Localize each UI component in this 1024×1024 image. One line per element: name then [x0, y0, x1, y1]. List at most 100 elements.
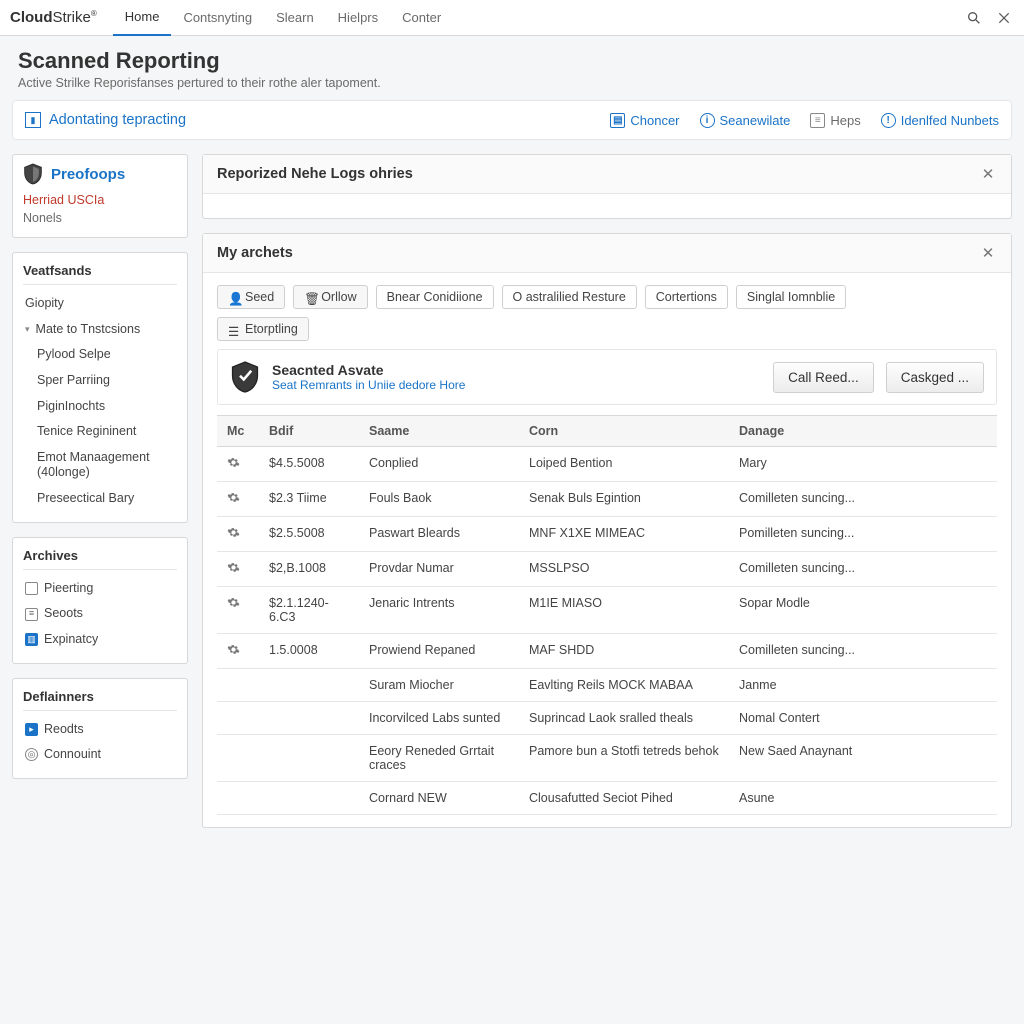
shield-icon — [230, 360, 260, 394]
sidebar-item[interactable]: Tenice Regininent — [23, 419, 177, 445]
row-gear-cell[interactable] — [217, 447, 259, 482]
table-row[interactable]: $2,B.1008Provdar NumarMSSLPSOComilleten … — [217, 552, 997, 587]
sidebar-item[interactable]: ▸Reodts — [23, 717, 177, 743]
row-gear-cell[interactable] — [217, 782, 259, 815]
row-gear-cell[interactable] — [217, 552, 259, 587]
sidebar-group-head: Veatfsands — [23, 261, 177, 285]
doc-icon: ≡ — [25, 608, 38, 621]
row-corn: Clousafutted Seciot Pihed — [519, 782, 729, 815]
table-row[interactable]: $2.5.5008Paswart BleardsMNF X1XE MIMEACP… — [217, 517, 997, 552]
row-saame: Paswart Bleards — [359, 517, 519, 552]
topnav-tab-home[interactable]: Home — [113, 0, 172, 36]
table-row[interactable]: Suram MiocherEavlting Reils MOCK MABAAJa… — [217, 669, 997, 702]
gear-icon[interactable] — [227, 643, 240, 656]
sidebar-item[interactable]: ◎Connouint — [23, 742, 177, 768]
strip-left[interactable]: ▮ Adontating tepracting — [25, 112, 186, 128]
chevron-down-icon: ▾ — [25, 324, 30, 335]
toolbar-row-1: 👤Seed 🗑Orllow Bnear Conidiione O astrali… — [217, 285, 997, 309]
table-row[interactable]: $4.5.5008ConpliedLoiped BentionMary — [217, 447, 997, 482]
sidebar-item[interactable]: Pieerting — [23, 576, 177, 602]
call-reed-button[interactable]: Call Reed... — [773, 362, 874, 393]
strip-link-heps[interactable]: ≡ Heps — [810, 113, 860, 128]
gear-icon[interactable] — [227, 596, 240, 609]
row-gear-cell[interactable] — [217, 669, 259, 702]
etorptling-button[interactable]: ☰Etorptling — [217, 317, 309, 341]
table-row[interactable]: Cornard NEWClousafutted Seciot PihedAsun… — [217, 782, 997, 815]
row-saame: Suram Miocher — [359, 669, 519, 702]
table-header[interactable]: Mc — [217, 416, 259, 447]
sidebar-item-expandable[interactable]: ▾Mate to Tnstcsions — [23, 317, 177, 343]
content-column: Reporized Nehe Logs ohries ✕ My archets … — [202, 154, 1012, 828]
sidebar-item[interactable]: Emot Manaagement (40longe) — [23, 445, 177, 486]
sidebar-group-head: Deflainners — [23, 687, 177, 711]
restore-button[interactable]: O astralilied Resture — [502, 285, 637, 309]
table-row[interactable]: $2.1.1240-6.C3Jenaric IntrentsM1IE MIASO… — [217, 587, 997, 634]
table-header[interactable]: Bdif — [259, 416, 359, 447]
row-gear-cell[interactable] — [217, 587, 259, 634]
singlal-button[interactable]: Singlal Iomnblie — [736, 285, 846, 309]
strip-link-numbers[interactable]: ! Idenlfed Nunbets — [881, 113, 999, 128]
table-header[interactable]: Danage — [729, 416, 997, 447]
data-table: Mc Bdif Saame Corn Danage $4.5.5008Conpl… — [217, 415, 997, 815]
row-saame: Prowiend Repaned — [359, 634, 519, 669]
sidebar-item[interactable]: ≡Seoots — [23, 601, 177, 627]
doc-icon — [25, 582, 38, 595]
table-row[interactable]: $2.3 TiimeFouls BaokSenak Buls EgintionC… — [217, 482, 997, 517]
strip-link-seanewilate[interactable]: i Seanewilate — [700, 113, 791, 128]
close-icon[interactable]: ✕ — [979, 165, 997, 183]
row-bdif: $2.1.1240-6.C3 — [259, 587, 359, 634]
topnav-tab-1[interactable]: Contsnyting — [171, 0, 264, 36]
row-gear-cell[interactable] — [217, 735, 259, 782]
list-icon: ☰ — [228, 324, 239, 335]
row-gear-cell[interactable] — [217, 482, 259, 517]
row-saame: Incorvilced Labs sunted — [359, 702, 519, 735]
strip-link-label: Heps — [830, 113, 860, 128]
row-danage: Pomilleten suncing... — [729, 517, 997, 552]
sidebar-group-deflainners: Deflainners ▸Reodts ◎Connouint — [12, 678, 188, 779]
sidebar-brand[interactable]: Preofoops — [23, 163, 177, 191]
row-corn: Suprincad Laok sralled theals — [519, 702, 729, 735]
sidebar-sub-nonels[interactable]: Nonels — [23, 209, 177, 227]
row-gear-cell[interactable] — [217, 517, 259, 552]
strip-icon: ▮ — [25, 112, 41, 128]
row-gear-cell[interactable] — [217, 702, 259, 735]
search-icon[interactable] — [964, 8, 984, 28]
sidebar-item[interactable]: ▥Expinatcy — [23, 627, 177, 653]
sidebar-item[interactable]: PiginInochts — [23, 394, 177, 420]
sidebar-item[interactable]: Sper Parriing — [23, 368, 177, 394]
orllow-button[interactable]: 🗑Orllow — [293, 285, 367, 309]
sidebar-item[interactable]: Pylood Selpe — [23, 342, 177, 368]
table-row[interactable]: Eeory Reneded Grrtait cracesPamore bun a… — [217, 735, 997, 782]
row-saame: Fouls Baok — [359, 482, 519, 517]
table-row[interactable]: 1.5.0008Prowiend RepanedMAF SHDDComillet… — [217, 634, 997, 669]
topnav-tab-4[interactable]: Conter — [390, 0, 453, 36]
gear-icon[interactable] — [227, 526, 240, 539]
bnear-button[interactable]: Bnear Conidiione — [376, 285, 494, 309]
row-gear-cell[interactable] — [217, 634, 259, 669]
sidebar-brand-label: Preofoops — [51, 166, 125, 183]
sidebar-group-archives: Archives Pieerting ≡Seoots ▥Expinatcy — [12, 537, 188, 664]
gear-icon[interactable] — [227, 561, 240, 574]
row-saame: Eeory Reneded Grrtait craces — [359, 735, 519, 782]
gear-icon[interactable] — [227, 456, 240, 469]
sidebar-sub-herriad[interactable]: Herriad USCIa — [23, 191, 177, 209]
gear-icon[interactable] — [227, 491, 240, 504]
topnav-tab-2[interactable]: Slearn — [264, 0, 326, 36]
sidebar-item[interactable]: Preseectical Bary — [23, 486, 177, 512]
strip-link-choncer[interactable]: ▤ Choncer — [610, 113, 679, 128]
close-icon[interactable] — [994, 8, 1014, 28]
cortertions-button[interactable]: Cortertions — [645, 285, 728, 309]
seed-button[interactable]: 👤Seed — [217, 285, 285, 309]
close-icon[interactable]: ✕ — [979, 244, 997, 262]
table-header[interactable]: Corn — [519, 416, 729, 447]
callout: Seacnted Asvate Seat Remrants in Uniie d… — [217, 349, 997, 405]
topnav-tab-3[interactable]: Hielprs — [326, 0, 390, 36]
caskged-button[interactable]: Caskged ... — [886, 362, 984, 393]
row-danage: Mary — [729, 447, 997, 482]
row-danage: Nomal Contert — [729, 702, 997, 735]
panel-title: Reporized Nehe Logs ohries — [217, 166, 413, 182]
sidebar-item[interactable]: Giopity — [23, 291, 177, 317]
table-header[interactable]: Saame — [359, 416, 519, 447]
table-row[interactable]: Incorvilced Labs suntedSuprincad Laok sr… — [217, 702, 997, 735]
callout-link[interactable]: Seat Remrants in Uniie dedore Hore — [272, 378, 761, 392]
